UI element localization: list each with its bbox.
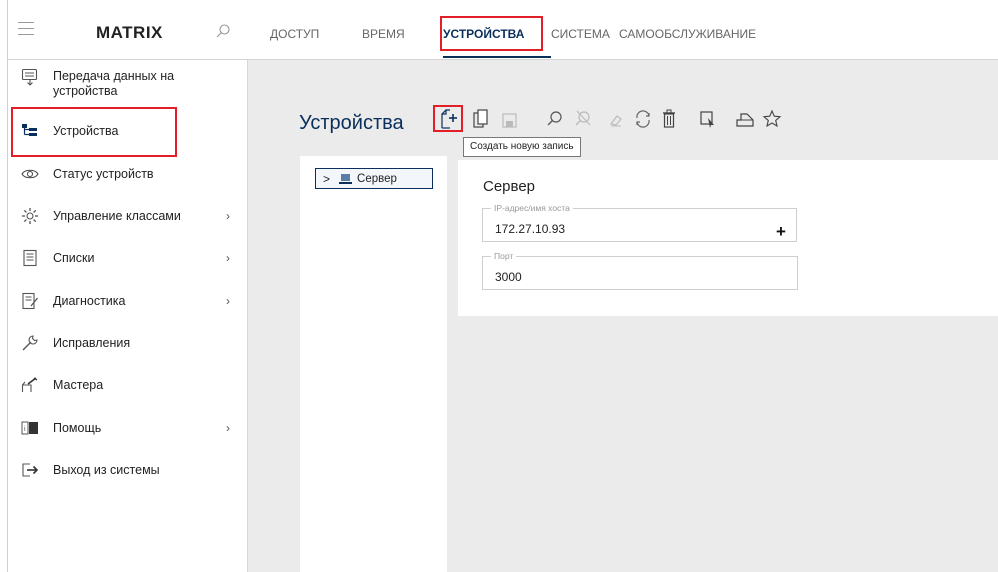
sidebar-item-label: Мастера	[53, 378, 104, 392]
tab-time[interactable]: ВРЕМЯ	[362, 0, 443, 60]
sidebar-item-label: Управление классами	[53, 209, 181, 223]
tree-node-server[interactable]: > Сервер	[315, 168, 433, 189]
device-tree-icon	[22, 124, 37, 136]
sidebar-item-label: Списки	[53, 251, 95, 265]
sidebar-item-class-management[interactable]: Управление классами ›	[8, 207, 248, 229]
tree-node-label: Сервер	[357, 172, 397, 185]
sidebar-item-fixes[interactable]: Исправления	[8, 334, 248, 356]
chevron-right-icon: ›	[226, 421, 230, 435]
top-bar: MATRIX ДОСТУП ВРЕМЯ УСТРОЙСТВА СИСТЕМА С…	[8, 0, 998, 60]
sidebar-item-label: Передача данных на	[53, 69, 175, 83]
delete-icon[interactable]	[659, 108, 679, 130]
favorite-icon[interactable]	[762, 108, 782, 130]
select-icon[interactable]	[698, 108, 718, 130]
sidebar-item-label: Помощь	[53, 421, 102, 435]
field-label: IP-адрес/имя хоста	[491, 203, 573, 213]
eye-icon	[21, 169, 39, 179]
erase-icon[interactable]	[607, 108, 627, 130]
sidebar-item-logout[interactable]: Выход из системы	[8, 461, 248, 483]
tab-self-service[interactable]: САМООБСЛУЖИВАНИЕ	[619, 0, 756, 60]
main-nav: ДОСТУП ВРЕМЯ УСТРОЙСТВА СИСТЕМА САМООБСЛ…	[270, 0, 756, 60]
sidebar-item-label: Устройства	[53, 124, 119, 138]
data-transfer-icon	[21, 68, 38, 86]
sidebar-item-help[interactable]: i Помощь ›	[8, 419, 248, 441]
brand-logo: MATRIX	[96, 23, 163, 42]
refresh-icon[interactable]	[633, 108, 653, 130]
sidebar-item-device-status[interactable]: Статус устройств	[8, 165, 248, 187]
search-icon[interactable]	[545, 108, 565, 130]
page-title: Устройства	[299, 112, 404, 134]
sidebar-item-label: Диагностика	[53, 294, 126, 308]
wrench-icon	[22, 335, 38, 351]
detail-panel: Сервер IP-адрес/имя хоста 172.27.10.93 +…	[458, 160, 998, 316]
tab-devices[interactable]: УСТРОЙСТВА	[443, 0, 551, 60]
chevron-right-icon: ›	[226, 209, 230, 223]
server-icon	[339, 173, 353, 184]
wizard-icon	[21, 377, 38, 392]
gear-icon	[22, 208, 38, 224]
clear-search-icon[interactable]	[573, 108, 593, 130]
detail-title: Сервер	[483, 178, 536, 195]
sidebar-item-label: Статус устройств	[53, 167, 154, 181]
field-label: Порт	[491, 251, 517, 261]
search-icon[interactable]	[216, 24, 230, 38]
diagnostics-icon	[22, 292, 39, 310]
field-value[interactable]: 3000	[495, 270, 522, 284]
port-field[interactable]: Порт 3000	[482, 251, 798, 290]
print-icon[interactable]	[735, 108, 755, 130]
sidebar-item-diagnostics[interactable]: Диагностика ›	[8, 292, 248, 314]
save-icon[interactable]	[500, 108, 520, 130]
sidebar-item-label: устройства	[53, 84, 118, 98]
app-window: MATRIX ДОСТУП ВРЕМЯ УСТРОЙСТВА СИСТЕМА С…	[7, 0, 998, 572]
sidebar-item-lists[interactable]: Списки ›	[8, 249, 248, 271]
new-record-icon[interactable]	[438, 108, 458, 130]
list-icon	[23, 249, 37, 267]
help-icon: i	[21, 421, 38, 435]
sidebar-item-devices[interactable]: Устройства	[8, 122, 248, 144]
ip-address-field[interactable]: IP-адрес/имя хоста 172.27.10.93	[482, 203, 797, 242]
sidebar-item-label: Исправления	[53, 336, 131, 350]
svg-text:i: i	[24, 426, 26, 433]
hamburger-menu-icon[interactable]	[18, 22, 34, 36]
chevron-right-icon: ›	[226, 294, 230, 308]
chevron-right-icon: ›	[226, 251, 230, 265]
sidebar-item-label: Выход из системы	[53, 463, 160, 477]
tooltip: Создать новую запись	[463, 137, 581, 157]
sidebar: Передача данных на устройства Устройства…	[8, 60, 248, 572]
add-address-button[interactable]: +	[776, 222, 786, 242]
sidebar-item-wizards[interactable]: Мастера	[8, 376, 248, 398]
tab-system[interactable]: СИСТЕМА	[551, 0, 619, 60]
logout-icon	[22, 463, 39, 477]
sidebar-item-data-transfer[interactable]: Передача данных на устройства	[8, 68, 248, 102]
device-tree-panel: > Сервер	[300, 156, 447, 572]
chevron-right-icon[interactable]: >	[323, 172, 330, 186]
copy-icon[interactable]	[471, 108, 491, 130]
tab-access[interactable]: ДОСТУП	[270, 0, 362, 60]
field-value[interactable]: 172.27.10.93	[495, 222, 565, 236]
